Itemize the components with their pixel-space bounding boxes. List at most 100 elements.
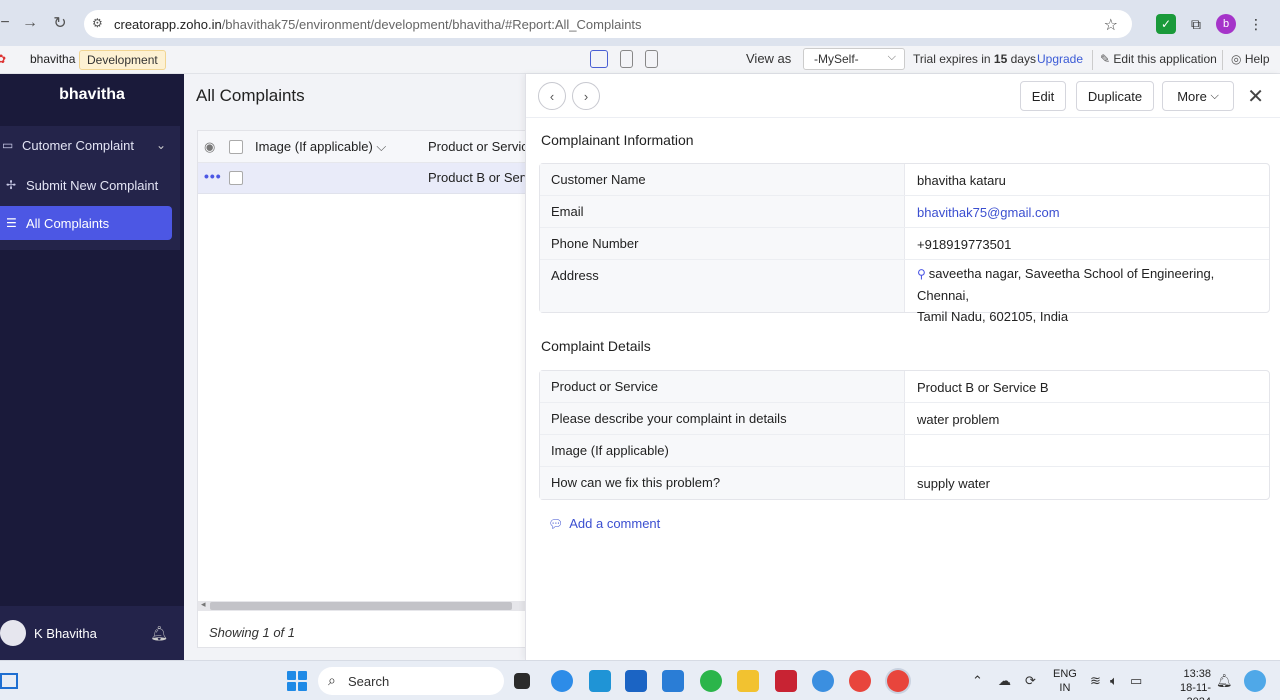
upgrade-link[interactable]: Upgrade xyxy=(1037,52,1083,66)
sidebar: bhavitha ▭ Cutomer Complaint ⌄ ✢ Submit … xyxy=(0,74,184,660)
divider xyxy=(1222,50,1223,70)
profile-avatar[interactable]: b xyxy=(1216,14,1236,34)
address-bar[interactable]: ⚙ creatorapp.zoho.in/bhavithak75/environ… xyxy=(84,10,1132,38)
field-value: +918919773501 xyxy=(917,237,1012,252)
chevron-down-icon: ⌄ xyxy=(155,138,166,152)
sidebar-section-header[interactable]: ▭ Cutomer Complaint ⌄ xyxy=(0,128,172,162)
search-label: Search xyxy=(348,673,390,689)
sidebar-user[interactable]: K Bhavitha 🔔︎ xyxy=(0,606,184,660)
mcafee-icon[interactable] xyxy=(775,670,797,692)
extensions-puzzle-icon[interactable]: ⧉ xyxy=(1186,14,1206,34)
bell-icon[interactable]: 🔔︎ xyxy=(150,625,168,642)
table-row[interactable]: ••• Product B or Service B xyxy=(198,163,526,194)
email-link[interactable]: bhavithak75@gmail.com xyxy=(905,196,1269,231)
next-record-button[interactable]: › xyxy=(572,82,600,110)
app-name[interactable]: bhavitha xyxy=(30,52,75,66)
onedrive-icon[interactable]: ☁ xyxy=(998,673,1011,689)
taskbar-search[interactable]: ⌕ Search xyxy=(318,667,504,695)
task-view-icon[interactable] xyxy=(514,673,530,689)
field-label: Product or Service xyxy=(540,371,905,402)
forward-icon[interactable]: → xyxy=(17,10,43,36)
notification-bell-icon[interactable]: 🔔︎ xyxy=(1216,673,1233,689)
extension-app-icon[interactable]: ✓ xyxy=(1156,14,1176,34)
language-code: ENG xyxy=(1053,668,1077,680)
sidebar-item-submit-new-complaint[interactable]: ✢ Submit New Complaint xyxy=(0,168,172,202)
column-header-product[interactable]: Product or Service xyxy=(428,139,526,154)
record-count: Showing 1 of 1 xyxy=(209,625,296,640)
store-icon[interactable] xyxy=(625,670,647,692)
site-info-icon[interactable]: ⚙ xyxy=(92,16,108,32)
field-value: supply water xyxy=(917,476,990,491)
report-area: All Complaints ◉ Image (If applicable) ⌵… xyxy=(184,74,526,660)
close-icon[interactable]: ✕ xyxy=(1247,84,1264,109)
battery-icon[interactable]: ▭ xyxy=(1130,673,1142,689)
mobile-view-icon[interactable] xyxy=(645,50,658,68)
complaint-details-table: Product or Service Product B or Service … xyxy=(539,370,1270,500)
widgets-icon[interactable] xyxy=(0,673,18,689)
copilot-icon[interactable] xyxy=(1244,670,1266,692)
more-button[interactable]: More ⌵ xyxy=(1162,81,1234,111)
field-label: Customer Name xyxy=(540,164,905,195)
mobile-app-icon[interactable] xyxy=(589,670,611,692)
sidebar-item-label: All Complaints xyxy=(26,215,110,231)
panel-toolbar: ‹ › Edit Duplicate More ⌵ ✕ xyxy=(526,74,1280,118)
field-label: Address xyxy=(540,260,905,312)
edit-button[interactable]: Edit xyxy=(1020,81,1066,111)
trial-notice: Trial expires in 15 days xyxy=(913,52,1036,66)
region-code: IN xyxy=(1059,682,1071,694)
row-checkbox[interactable] xyxy=(229,171,243,185)
tablet-view-icon[interactable] xyxy=(620,50,633,68)
url-host: creatorapp.zoho.in xyxy=(114,16,222,32)
eye-icon[interactable]: ◉ xyxy=(204,139,215,155)
add-comment-link[interactable]: 💬︎ Add a comment xyxy=(548,516,660,531)
sidebar-section: ▭ Cutomer Complaint ⌄ ✢ Submit New Compl… xyxy=(0,126,180,250)
chevron-up-icon[interactable]: ⌃ xyxy=(972,673,983,689)
sidebar-item-all-complaints[interactable]: ☰ All Complaints xyxy=(0,206,172,240)
file-explorer-icon[interactable] xyxy=(737,670,759,692)
scrollbar-thumb[interactable] xyxy=(210,602,512,610)
browser-menu-icon[interactable]: ⋮ xyxy=(1246,14,1266,34)
chrome-profile-icon[interactable] xyxy=(887,670,909,692)
detail-row: Email bhavithak75@gmail.com xyxy=(540,196,1269,228)
volume-icon[interactable]: 🔈︎ xyxy=(1110,673,1118,689)
help-app-icon[interactable] xyxy=(812,670,834,692)
help-link[interactable]: ◎ Help xyxy=(1231,52,1270,66)
horizontal-scrollbar[interactable]: ◂ xyxy=(198,599,526,611)
select-all-checkbox[interactable] xyxy=(229,140,243,154)
detail-row: Customer Name bhavitha kataru xyxy=(540,164,1269,196)
chrome-icon[interactable] xyxy=(849,670,871,692)
field-value xyxy=(905,435,1269,449)
clock[interactable]: 13:38 18-11-2024 xyxy=(1157,667,1211,700)
field-label: Image (If applicable) xyxy=(540,435,905,466)
comment-icon: 💬︎ xyxy=(548,516,564,531)
divider xyxy=(1092,50,1093,70)
app-window-icon[interactable] xyxy=(662,670,684,692)
column-header-image[interactable]: Image (If applicable) ⌵ xyxy=(255,139,386,155)
clock-time: 13:38 xyxy=(1183,668,1211,680)
desktop-view-icon[interactable] xyxy=(590,50,608,68)
whatsapp-icon[interactable] xyxy=(700,670,722,692)
bookmark-star-icon[interactable]: ☆ xyxy=(1104,15,1118,35)
chevron-left-icon: ‹ xyxy=(549,88,555,104)
back-icon[interactable]: − xyxy=(0,10,18,36)
edge-browser-icon[interactable] xyxy=(551,670,573,692)
language-indicator[interactable]: ENG IN xyxy=(1053,667,1077,695)
scroll-left-icon[interactable]: ◂ xyxy=(201,599,206,610)
detail-row: How can we fix this problem? supply wate… xyxy=(540,467,1269,499)
search-icon: ⌕ xyxy=(328,672,336,688)
field-label: Please describe your complaint in detail… xyxy=(540,403,905,434)
previous-record-button[interactable]: ‹ xyxy=(538,82,566,110)
sync-icon[interactable]: ⟳ xyxy=(1025,673,1036,689)
view-as-label: View as xyxy=(746,51,792,66)
windows-start-icon[interactable] xyxy=(287,671,307,691)
duplicate-button[interactable]: Duplicate xyxy=(1076,81,1154,111)
reload-icon[interactable]: ↻ xyxy=(47,10,73,36)
view-as-select[interactable]: -MySelf- ⌵ xyxy=(803,48,905,70)
edit-application-link[interactable]: ✎ Edit this application xyxy=(1100,52,1217,66)
chevron-down-icon: ⌵ xyxy=(376,139,387,154)
add-comment-label: Add a comment xyxy=(569,516,661,531)
cell-product: Product B or Service B xyxy=(428,170,526,185)
page-title: All Complaints xyxy=(196,86,305,105)
row-actions-icon[interactable]: ••• xyxy=(204,168,222,184)
wifi-icon[interactable]: ≋ xyxy=(1090,673,1101,689)
